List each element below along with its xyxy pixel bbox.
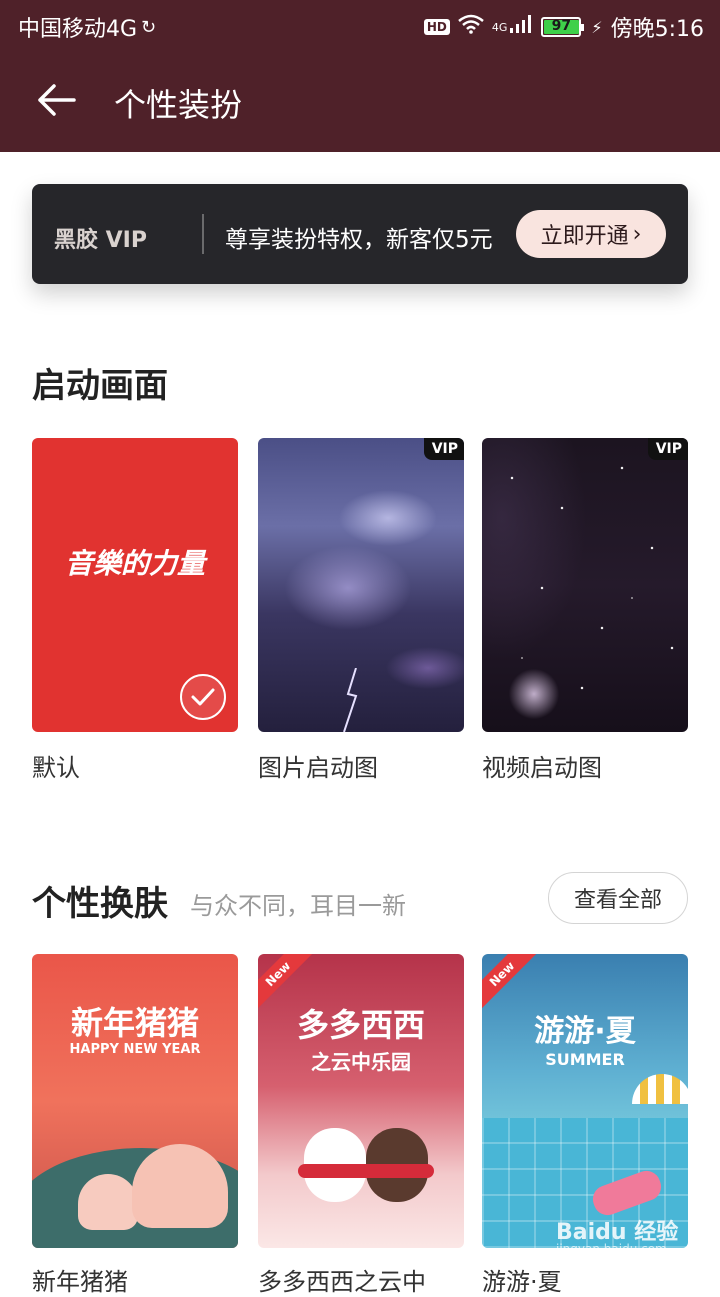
pig-illustration (132, 1144, 228, 1228)
network-type-label: 4G (491, 20, 508, 34)
vip-banner[interactable]: 黑胶 VIP 尊享装扮特权，新客仅5元 立即开通 › (32, 184, 688, 284)
divider (202, 214, 204, 254)
skin-card-duoduo-xixi[interactable]: New 多多西西 之云中乐园 (258, 954, 464, 1248)
vip-promo-text: 尊享装扮特权，新客仅5元 (225, 227, 493, 253)
splash-card-default[interactable]: 音樂的力量 (32, 438, 238, 732)
skin-art-title: 游游·夏 (534, 1014, 636, 1049)
small-pig-illustration (78, 1174, 138, 1230)
splash-card-image[interactable]: VIP (258, 438, 464, 732)
splash-card-video[interactable]: VIP (482, 438, 688, 732)
activate-vip-button[interactable]: 立即开通 › (516, 210, 666, 258)
skin-card-summer[interactable]: New 游游·夏 SUMMER (482, 954, 688, 1248)
scarf-illustration (298, 1164, 434, 1178)
splash-caption-video: 视频启动图 (482, 754, 602, 782)
wifi-icon (458, 14, 484, 40)
battery-level: 97 (551, 18, 572, 34)
baidu-watermark-url: jingyan.baidu.com (556, 1242, 667, 1256)
splash-caption-default: 默认 (32, 754, 80, 782)
splash-caption-image: 图片启动图 (258, 754, 378, 782)
vip-logo: 黑胶 VIP (54, 228, 147, 253)
splash-brand-text: 音樂的力量 (64, 547, 205, 580)
umbrella-illustration (632, 1074, 688, 1104)
skin-card-new-year-pig[interactable]: 新年猪猪 HAPPY NEW YEAR (32, 954, 238, 1248)
status-bar: 中国移动4G ↻ HD 4G 97 ⚡ 傍晚5:16 (0, 0, 720, 50)
splash-section-title: 启动画面 (32, 366, 168, 406)
stars-decoration (482, 438, 688, 732)
skin-art-subtitle: SUMMER (545, 1050, 625, 1069)
skin-section-subtitle: 与众不同，耳目一新 (190, 892, 406, 920)
arrow-left-icon[interactable] (34, 78, 78, 122)
signal-icon (509, 14, 533, 40)
skin-art-title: 多多西西 (296, 1006, 425, 1044)
vip-tag: VIP (647, 438, 688, 460)
skin-art-subtitle: HAPPY NEW YEAR (69, 1042, 201, 1057)
vip-tag: VIP (423, 438, 464, 460)
skin-art-subtitle: 之云中乐园 (311, 1050, 411, 1074)
app-bar: 个性装扮 (0, 50, 720, 152)
skin-art-title: 新年猪猪 (70, 1004, 199, 1042)
skin-section-title: 个性换肤 (32, 884, 168, 924)
sync-icon: ↻ (141, 16, 157, 38)
charging-icon: ⚡ (591, 17, 603, 37)
hd-badge: HD (423, 19, 450, 35)
clock: 傍晚5:16 (610, 17, 704, 42)
page-title: 个性装扮 (114, 86, 243, 124)
carrier-label: 中国移动4G (18, 17, 138, 42)
view-all-button[interactable]: 查看全部 (548, 872, 688, 924)
check-icon (180, 674, 226, 720)
chevron-right-icon: › (632, 221, 642, 247)
battery-icon: 97 (541, 17, 585, 37)
lightning-icon (343, 668, 358, 732)
activate-vip-label: 立即开通 (540, 224, 629, 249)
